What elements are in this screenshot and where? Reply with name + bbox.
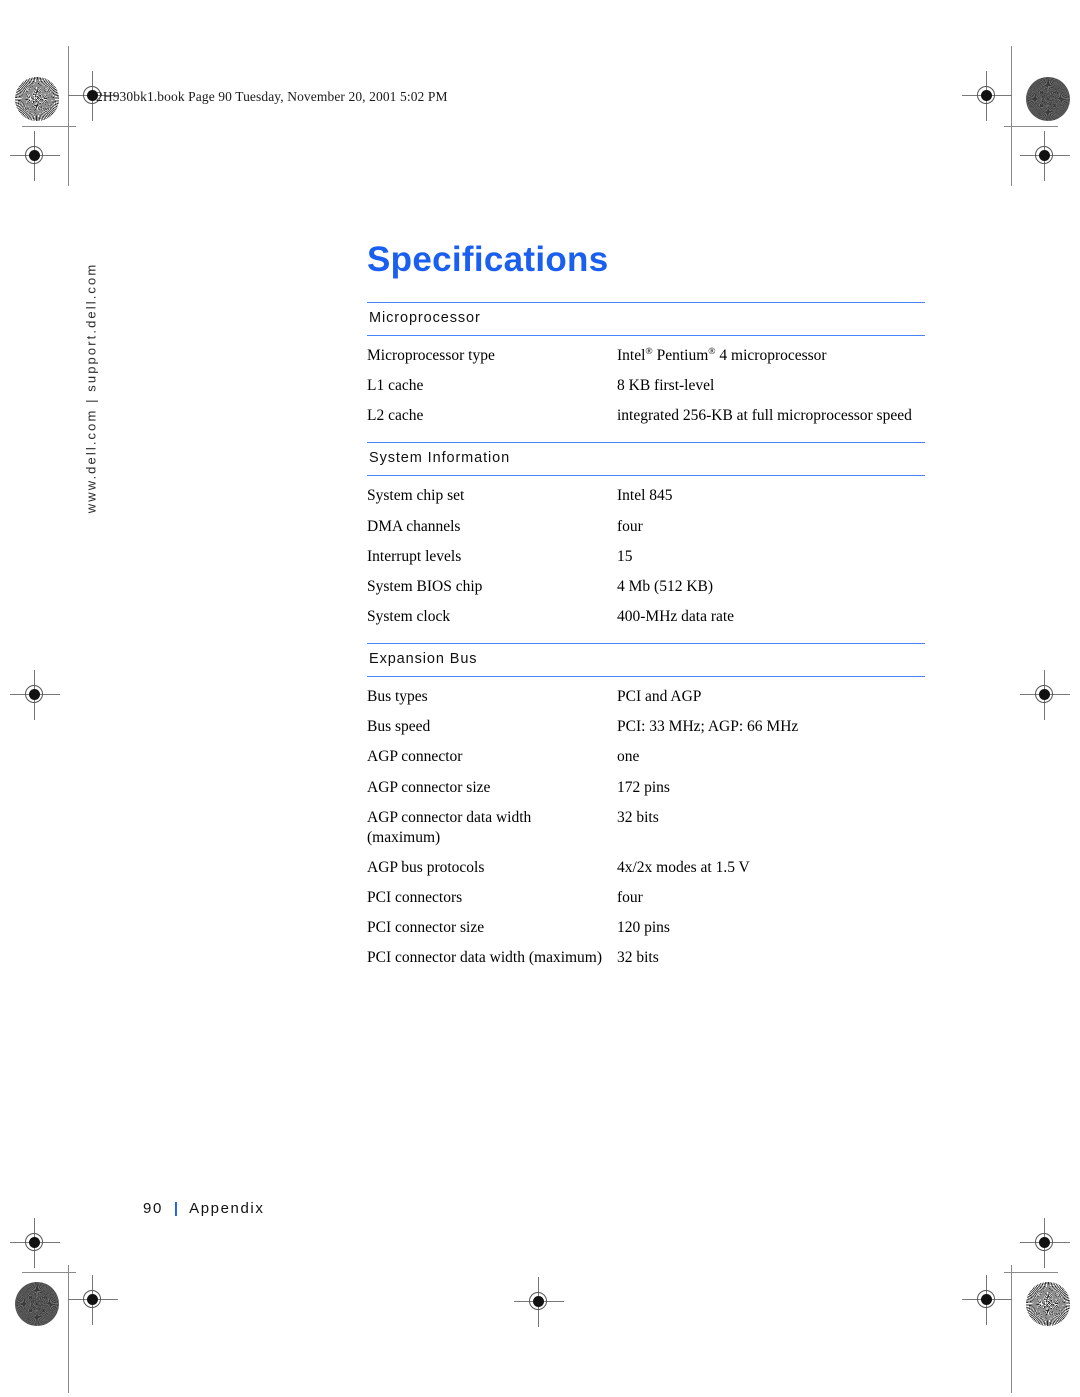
spec-row-value: one (617, 748, 640, 766)
spec-row: System BIOS chip 4 Mb (512 KB) (367, 567, 925, 597)
spec-row-value: Intel 845 (617, 487, 673, 505)
spec-row-value: integrated 256-KB at full microprocessor… (617, 407, 912, 425)
spec-row-value: PCI: 33 MHz; AGP: 66 MHz (617, 718, 799, 736)
footer-page-number: 90 (143, 1200, 163, 1217)
spec-row-value: four (617, 889, 643, 907)
spec-row-label: AGP connector size (367, 778, 491, 796)
spec-row: PCI connector size 120 pins (367, 908, 925, 938)
spec-row-label: Microprocessor type (367, 347, 495, 364)
spec-row: L2 cache integrated 256-KB at full microp… (367, 396, 925, 426)
page-title: Specifications (367, 240, 609, 279)
spec-row-label: System BIOS chip (367, 577, 483, 595)
trim-line-right-top (1011, 46, 1013, 186)
spec-row-label: DMA channels (367, 517, 461, 535)
spec-row-value: 172 pins (617, 778, 670, 796)
spec-row: PCI connectors four (367, 878, 925, 908)
spec-row-value: 32 bits (617, 949, 659, 967)
moire-registration-circle-top-right (1026, 77, 1070, 121)
spec-row-label: AGP bus protocols (367, 858, 485, 876)
spec-row: AGP connector one (367, 737, 925, 767)
registration-target-top-right-outer (1020, 131, 1070, 181)
registration-target-left-middle (10, 670, 60, 720)
specifications-table: Microprocessor Microprocessor type Intel® … (367, 302, 925, 969)
spec-row-label: PCI connector size (367, 919, 485, 937)
registration-target-top-right-inner (962, 71, 1012, 121)
spec-row-value: 4x/2x modes at 1.5 V (617, 858, 750, 876)
spec-section: System Information System chip set Intel 8… (367, 442, 925, 627)
footer-separator: | (173, 1200, 179, 1217)
spec-section: Microprocessor Microprocessor type Intel® … (367, 302, 925, 426)
spec-row-value: 4 Mb (512 KB) (617, 577, 714, 595)
spec-row-value: PCI and AGP (617, 688, 702, 706)
spec-row: PCI connector data width (maximum) 32 bit… (367, 938, 925, 968)
spec-row: AGP connector data width (maximum) 32 bit… (367, 798, 925, 848)
spec-row-label: AGP connector (367, 748, 463, 766)
moire-registration-circle-bottom-left (15, 1282, 59, 1326)
print-build-header: 2H930bk1.book Page 90 Tuesday, November … (96, 89, 448, 104)
page-footer: 90 | Appendix (143, 1200, 264, 1217)
spec-row-value: four (617, 517, 643, 535)
spec-row-label: L1 cache (367, 377, 424, 395)
registration-target-bottom-left-inner (68, 1275, 118, 1325)
spec-row-label: System chip set (367, 487, 465, 505)
spec-row-value: 32 bits (617, 808, 659, 826)
registration-target-bottom-right-inner (962, 1275, 1012, 1325)
side-rail: www.dell.com | support.dell.com (76, 238, 106, 538)
spec-row-label: System clock (367, 607, 451, 625)
trim-line-bottom-right-short (1004, 1272, 1058, 1274)
spec-row: L1 cache 8 KB first-level (367, 366, 925, 396)
spec-section-heading: Microprocessor (367, 302, 925, 336)
trim-line-right-bottom (1011, 1265, 1013, 1393)
footer-section-name: Appendix (189, 1200, 265, 1217)
registration-target-bottom-right-outer (1020, 1218, 1070, 1268)
trim-line-top-left-short (22, 126, 76, 128)
registration-target-bottom-left-outer (10, 1218, 60, 1268)
spec-row-value: 15 (617, 547, 633, 565)
spec-row-label: PCI connectors (367, 889, 463, 907)
spec-row-label: AGP connector data width (maximum) (367, 808, 532, 846)
trim-line-left-top (68, 46, 70, 186)
spec-row-value: 400-MHz data rate (617, 607, 735, 625)
spec-section-heading: System Information (367, 442, 925, 477)
spec-row-value: Intel® Pentium® 4 microprocessor (617, 345, 827, 364)
trim-line-left-bottom (68, 1265, 70, 1393)
trim-line-top-right-short (1004, 126, 1058, 128)
trim-line-bottom-left-short (22, 1272, 76, 1274)
registration-target-bottom-center (514, 1277, 564, 1327)
moire-registration-circle-top-left (15, 77, 59, 121)
spec-section-heading: Expansion Bus (367, 643, 925, 678)
spec-row-label: PCI connector data width (maximum) (367, 949, 603, 967)
spec-row-label: L2 cache (367, 407, 424, 425)
registration-target-top-left-outer (10, 131, 60, 181)
spec-section: Expansion Bus Bus types PCI and AGP Bus spe… (367, 643, 925, 968)
spec-row-label: Bus speed (367, 718, 431, 736)
spec-row-label: Interrupt levels (367, 547, 462, 565)
spec-row: System clock 400-MHz data rate (367, 597, 925, 627)
spec-row-label: Bus types (367, 688, 428, 706)
spec-row: AGP bus protocols 4x/2x modes at 1.5 V (367, 848, 925, 878)
moire-registration-circle-bottom-right (1026, 1282, 1070, 1326)
spec-row-value: 8 KB first-level (617, 377, 715, 395)
spec-row-value: 120 pins (617, 919, 670, 937)
registration-target-right-middle (1020, 670, 1070, 720)
side-rail-url: www.dell.com | support.dell.com (83, 262, 99, 514)
spec-row: Interrupt levels 15 (367, 537, 925, 567)
spec-row: DMA channels four (367, 507, 925, 537)
spec-row: Microprocessor type Intel® Pentium® 4 mic… (367, 336, 925, 366)
spec-row: AGP connector size 172 pins (367, 768, 925, 798)
spec-row: System chip set Intel 845 (367, 476, 925, 506)
spec-row: Bus speed PCI: 33 MHz; AGP: 66 MHz (367, 707, 925, 737)
spec-row: Bus types PCI and AGP (367, 677, 925, 707)
